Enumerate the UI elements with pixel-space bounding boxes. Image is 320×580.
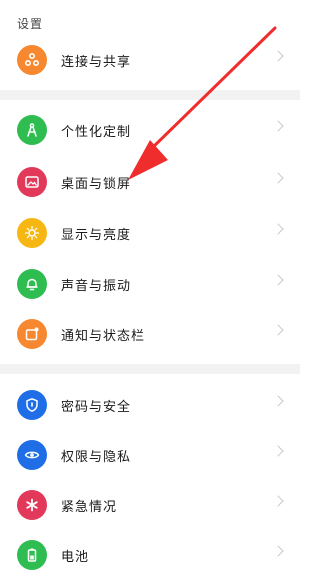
shield-icon	[17, 390, 47, 420]
settings-item-label: 电池	[61, 550, 90, 565]
settings-item-battery[interactable]: 电池	[0, 530, 300, 580]
chevron-right-icon	[272, 445, 284, 457]
settings-item-password-security[interactable]: 密码与安全	[0, 380, 300, 430]
brightness-icon	[17, 218, 47, 248]
chevron-right-icon	[272, 50, 284, 62]
asterisk-icon	[17, 490, 47, 520]
settings-item-desktop-lockscreen[interactable]: 桌面与锁屏	[0, 157, 300, 207]
settings-item-label: 桌面与锁屏	[61, 177, 132, 192]
chevron-right-icon	[272, 120, 284, 132]
settings-item-sound-vibration[interactable]: 声音与振动	[0, 259, 300, 309]
settings-item-label: 显示与亮度	[61, 228, 132, 243]
settings-item-personalization[interactable]: 个性化定制	[0, 105, 300, 155]
page-title: 设置	[17, 17, 44, 31]
chevron-right-icon	[272, 495, 284, 507]
settings-item-label: 声音与振动	[61, 279, 132, 294]
share-icon	[17, 45, 47, 75]
settings-item-label: 密码与安全	[61, 400, 132, 415]
compass-icon	[17, 115, 47, 145]
privacy-eye-icon	[17, 440, 47, 470]
bell-icon	[17, 269, 47, 299]
battery-icon	[17, 540, 47, 570]
settings-item-label: 连接与共享	[61, 55, 132, 70]
wallpaper-icon	[17, 167, 47, 197]
settings-item-label: 通知与状态栏	[61, 329, 146, 344]
settings-item-label: 个性化定制	[61, 125, 132, 140]
settings-item-notification-statusbar[interactable]: 通知与状态栏	[0, 309, 300, 359]
group-divider	[0, 364, 300, 374]
settings-item-label: 紧急情况	[61, 500, 118, 515]
settings-item-permission-privacy[interactable]: 权限与隐私	[0, 430, 300, 480]
settings-item-label: 权限与隐私	[61, 450, 132, 465]
chevron-right-icon	[272, 172, 284, 184]
chevron-right-icon	[272, 545, 284, 557]
notification-icon	[17, 319, 47, 349]
chevron-right-icon	[272, 395, 284, 407]
chevron-right-icon	[272, 274, 284, 286]
group-divider	[0, 90, 300, 100]
chevron-right-icon	[272, 223, 284, 235]
settings-item-display-brightness[interactable]: 显示与亮度	[0, 208, 300, 258]
chevron-right-icon	[272, 324, 284, 336]
settings-item-emergency[interactable]: 紧急情况	[0, 480, 300, 530]
settings-item-connection-sharing[interactable]: 连接与共享	[0, 35, 300, 85]
